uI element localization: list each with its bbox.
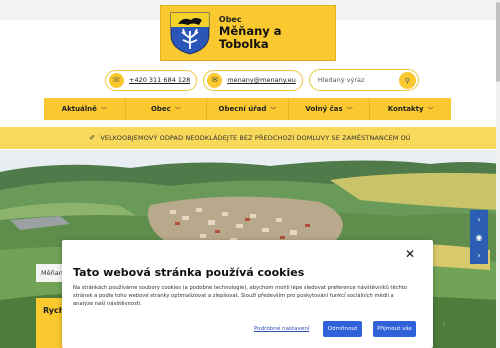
accept-all-button[interactable]: Přijmout vše — [373, 321, 416, 337]
reject-button[interactable]: Odmítnout — [323, 321, 362, 337]
nav-item-volny-cas[interactable]: Volný čas ﹀ — [289, 98, 371, 120]
logo-name: Měňany a Tobolka — [218, 23, 282, 52]
chevron-down-icon: ﹀ — [174, 106, 181, 114]
chevron-down-icon: ﹀ — [270, 106, 277, 114]
nav-item-label: Volný čas — [305, 105, 343, 113]
nav-item-aktualne[interactable]: Aktuálně ﹀ — [44, 98, 126, 120]
site-logo[interactable]: Obec Měňany a Tobolka — [160, 5, 336, 61]
nav-item-label: Obecní úřad — [218, 105, 267, 113]
slider-prev-button[interactable]: ‹ — [470, 210, 488, 228]
cookie-settings-link[interactable]: Podrobné nastavení — [254, 326, 309, 332]
search-input[interactable]: Hledaný výraz ⚲ — [308, 69, 419, 91]
cookie-description: Na stránkách používáme soubory cookies (… — [73, 285, 407, 308]
nav-item-label: Aktuálně — [61, 105, 97, 113]
cookie-title: Tato webová stránka používá cookies — [73, 266, 305, 279]
nav-item-label: Kontakty — [387, 105, 424, 113]
close-icon[interactable]: ✕ — [405, 247, 415, 261]
coat-of-arms-icon — [170, 12, 210, 55]
pin-icon: ✐ — [89, 134, 96, 142]
phone-icon: ☏ — [109, 72, 124, 88]
chevron-down-icon: ﹀ — [100, 106, 107, 114]
main-nav: Aktuálně ﹀ Obec ﹀ Obecní úřad ﹀ Volný ča… — [44, 98, 451, 120]
scrollbar[interactable] — [496, 0, 500, 348]
nav-item-kontakty[interactable]: Kontakty ﹀ — [370, 98, 451, 120]
slider-next-button[interactable]: › — [470, 246, 488, 264]
logo-small-text: Obec — [218, 14, 242, 24]
notice-banner[interactable]: ✐ VELKOOBJEMOVÝ ODPAD NEODKLÁDEJTE BEZ P… — [0, 127, 500, 149]
mail-icon: ✉ — [207, 72, 223, 88]
chevron-right-icon[interactable]: › — [442, 320, 446, 330]
notice-text: VELKOOBJEMOVÝ ODPAD NEODKLÁDEJTE BEZ PŘE… — [100, 134, 411, 142]
phone-link[interactable]: ☏ +420 311 684 128 — [105, 69, 198, 91]
email-link[interactable]: ✉ menany@menany.eu — [203, 69, 303, 91]
nav-item-label: Obec — [150, 105, 171, 113]
search-placeholder: Hledaný výraz — [317, 76, 365, 84]
nav-item-obec[interactable]: Obec ﹀ — [126, 98, 208, 120]
chevron-down-icon: ﹀ — [427, 106, 434, 114]
phone-number: +420 311 684 128 — [129, 76, 191, 84]
search-icon[interactable]: ⚲ — [398, 72, 416, 89]
slider-pause-button[interactable]: ◉ — [470, 228, 488, 246]
contact-bar: ☏ +420 311 684 128 ✉ menany@menany.eu Hl… — [105, 69, 419, 91]
email-address: menany@menany.eu — [227, 76, 296, 84]
scrollbar-thumb[interactable] — [496, 2, 500, 82]
cookie-dialog: ✕ Tato webová stránka používá cookies Na… — [62, 240, 433, 348]
nav-item-obecni-urad[interactable]: Obecní úřad ﹀ — [207, 98, 289, 120]
chevron-down-icon: ﹀ — [346, 106, 353, 114]
